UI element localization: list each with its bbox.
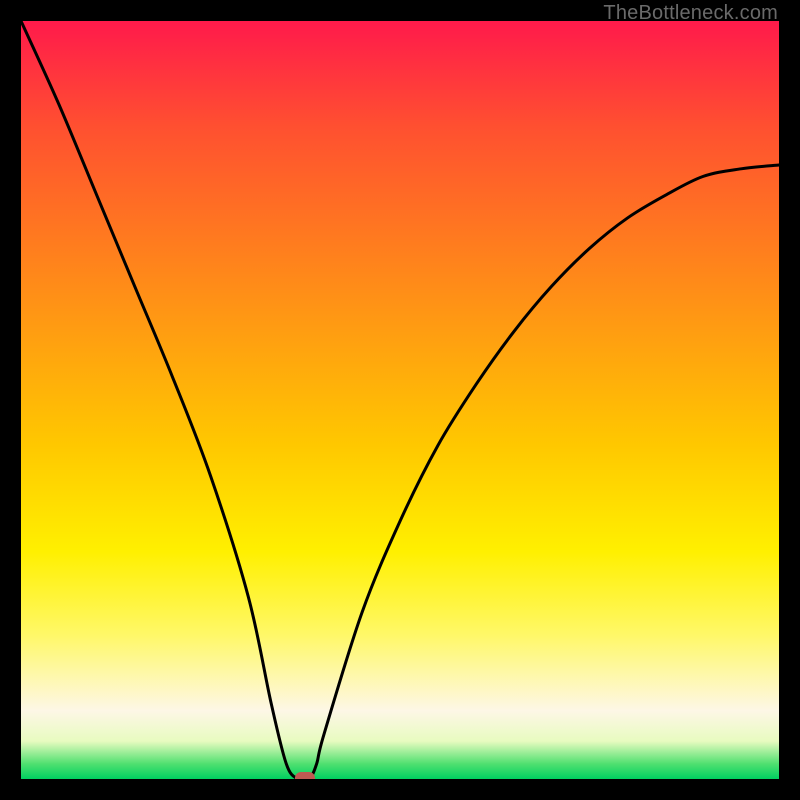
- watermark-text: TheBottleneck.com: [603, 2, 778, 25]
- chart-frame: [0, 0, 800, 800]
